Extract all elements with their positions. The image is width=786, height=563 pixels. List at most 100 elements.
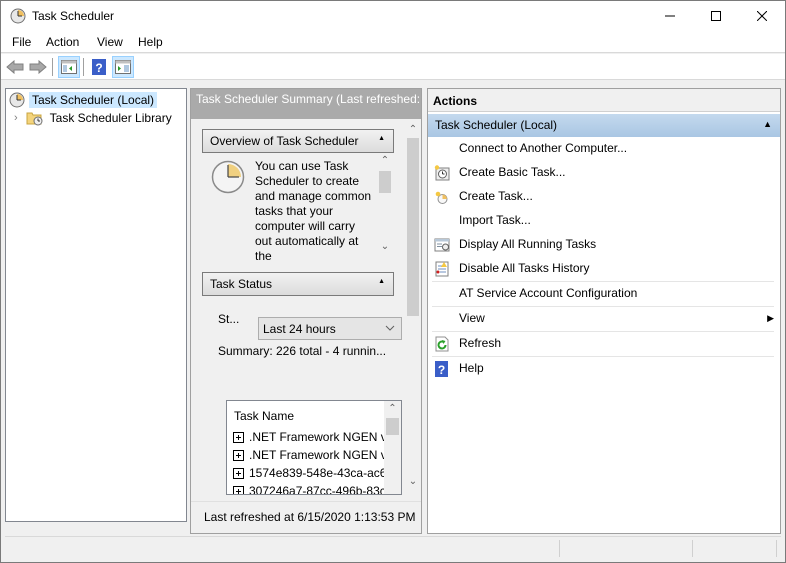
task-status-section-header[interactable]: Task Status ▲ [202, 272, 394, 296]
menu-action[interactable]: Action [46, 35, 79, 49]
action-display-all-running-tasks[interactable]: Display All Running Tasks [428, 233, 774, 257]
create-basic-task-icon [434, 165, 450, 181]
scroll-down-icon[interactable]: ⌄ [377, 241, 393, 252]
help-icon: ? [435, 361, 448, 377]
action-view[interactable]: View ▶ [432, 306, 774, 331]
menu-bar: File Action View Help [1, 31, 785, 53]
expand-plus-icon[interactable] [233, 449, 244, 461]
submenu-arrow-icon: ▶ [767, 313, 774, 323]
close-icon [757, 11, 767, 21]
action-connect-to-another-computer[interactable]: Connect to Another Computer... [428, 137, 774, 161]
expand-plus-icon[interactable] [233, 431, 244, 443]
action-label: Connect to Another Computer... [459, 141, 628, 155]
show-hide-action-pane-button[interactable] [112, 56, 134, 78]
action-label: AT Service Account Configuration [459, 286, 638, 300]
status-bar-divider [692, 540, 693, 557]
action-label: Display All Running Tasks [459, 237, 597, 251]
tree-item-label: Task Scheduler Library [49, 111, 172, 125]
history-icon [435, 261, 449, 277]
chevron-down-icon [385, 325, 395, 331]
tree-item-task-scheduler-library[interactable]: › Task Scheduler Library [14, 109, 175, 127]
window-title: Task Scheduler [32, 9, 115, 23]
scroll-down-icon[interactable]: ⌄ [405, 476, 421, 487]
tree-item-task-scheduler-local[interactable]: Task Scheduler (Local) [9, 91, 158, 109]
status-bar-divider [776, 540, 777, 557]
last-refreshed: Last refreshed at 6/15/2020 1:13:53 PM [191, 501, 421, 533]
overview-section-header[interactable]: Overview of Task Scheduler ▲ [202, 129, 394, 153]
collapse-icon[interactable]: ▲ [378, 278, 385, 285]
scroll-up-icon[interactable]: ⌃ [405, 124, 421, 135]
action-help[interactable]: ? Help [432, 356, 774, 381]
expand-plus-icon[interactable] [233, 467, 244, 479]
forward-button[interactable] [27, 56, 49, 78]
back-button[interactable] [4, 56, 26, 78]
show-hide-action-pane-icon [115, 60, 131, 74]
column-header-task-name[interactable]: Task Name [234, 409, 294, 423]
folder-clock-icon [26, 112, 43, 126]
action-at-service-account-configuration[interactable]: AT Service Account Configuration [432, 281, 774, 306]
action-disable-all-tasks-history[interactable]: Disable All Tasks History [428, 257, 774, 281]
task-row[interactable]: 1574e839-548e-43ca-ac64 [233, 464, 393, 482]
menu-view[interactable]: View [97, 35, 123, 49]
task-name: 1574e839-548e-43ca-ac64 [249, 466, 394, 480]
task-name: 307246a7-87cc-496b-83c4 [249, 484, 393, 495]
toolbar-separator [83, 58, 84, 76]
scrollbar-thumb[interactable] [407, 138, 419, 316]
action-label: Import Task... [459, 213, 531, 227]
scroll-up-icon[interactable]: ⌃ [377, 155, 393, 166]
refresh-icon [435, 336, 449, 352]
action-refresh[interactable]: Refresh [432, 331, 774, 356]
action-label: Help [459, 361, 484, 375]
task-list-scrollbar[interactable]: ⌃ [384, 401, 401, 494]
overview-scrollbar[interactable]: ⌃ ⌄ [377, 153, 393, 261]
actions-group-header[interactable]: Task Scheduler (Local) ▲ [428, 114, 780, 137]
summary-pane: Task Scheduler Summary (Last refreshed: … [190, 88, 422, 534]
tree-item-label: Task Scheduler (Local) [29, 92, 158, 108]
task-summary: Summary: 226 total - 4 runnin... [218, 344, 387, 358]
show-hide-console-tree-icon [61, 60, 77, 74]
collapse-icon[interactable]: ▲ [763, 119, 772, 129]
menu-help[interactable]: Help [138, 35, 163, 49]
action-import-task[interactable]: Import Task... [428, 209, 774, 233]
task-scheduler-window: Task Scheduler File Action View Help ? T… [0, 0, 786, 563]
status-period-dropdown[interactable]: Last 24 hours [258, 317, 402, 340]
task-row[interactable]: .NET Framework NGEN v4 [233, 428, 393, 446]
actions-title: Actions [428, 89, 780, 112]
minimize-button[interactable] [647, 1, 693, 31]
help-button[interactable]: ? [88, 56, 110, 78]
collapse-icon[interactable]: ▲ [378, 135, 385, 142]
title-bar: Task Scheduler [1, 1, 785, 31]
actions-group-label: Task Scheduler (Local) [435, 118, 558, 132]
expand-chevron-icon[interactable]: › [14, 112, 18, 124]
status-period-value: Last 24 hours [263, 322, 336, 336]
task-status-title: Task Status [210, 277, 273, 291]
action-label: View [459, 311, 485, 325]
menu-file[interactable]: File [12, 35, 31, 49]
summary-header: Task Scheduler Summary (Last refreshed: … [191, 89, 421, 119]
actions-pane: Actions Task Scheduler (Local) ▲ Connect… [427, 88, 781, 534]
back-arrow-icon [6, 60, 24, 74]
task-row[interactable]: .NET Framework NGEN v4 [233, 446, 393, 464]
action-label: Create Basic Task... [459, 165, 566, 179]
summary-scrollbar[interactable]: ⌃ ⌄ [405, 122, 421, 496]
forward-arrow-icon [29, 60, 47, 74]
svg-text:?: ? [95, 61, 102, 75]
task-row[interactable]: 307246a7-87cc-496b-83c4 [233, 482, 393, 495]
action-create-task[interactable]: Create Task... [428, 185, 774, 209]
show-hide-console-tree-button[interactable] [58, 56, 80, 78]
action-create-basic-task[interactable]: Create Basic Task... [428, 161, 774, 185]
overview-text: You can use Task Scheduler to create and… [255, 159, 372, 261]
status-bar [5, 536, 781, 559]
scrollbar-thumb[interactable] [379, 171, 391, 193]
clock-icon [211, 160, 245, 194]
running-tasks-icon [434, 238, 450, 252]
svg-text:?: ? [438, 363, 445, 377]
scroll-up-icon[interactable]: ⌃ [384, 403, 401, 414]
close-button[interactable] [739, 1, 785, 31]
scrollbar-thumb[interactable] [386, 418, 399, 435]
create-task-icon [435, 191, 448, 204]
expand-plus-icon[interactable] [233, 485, 244, 494]
maximize-button[interactable] [693, 1, 739, 31]
help-icon: ? [92, 59, 106, 75]
clock-icon [10, 8, 26, 24]
